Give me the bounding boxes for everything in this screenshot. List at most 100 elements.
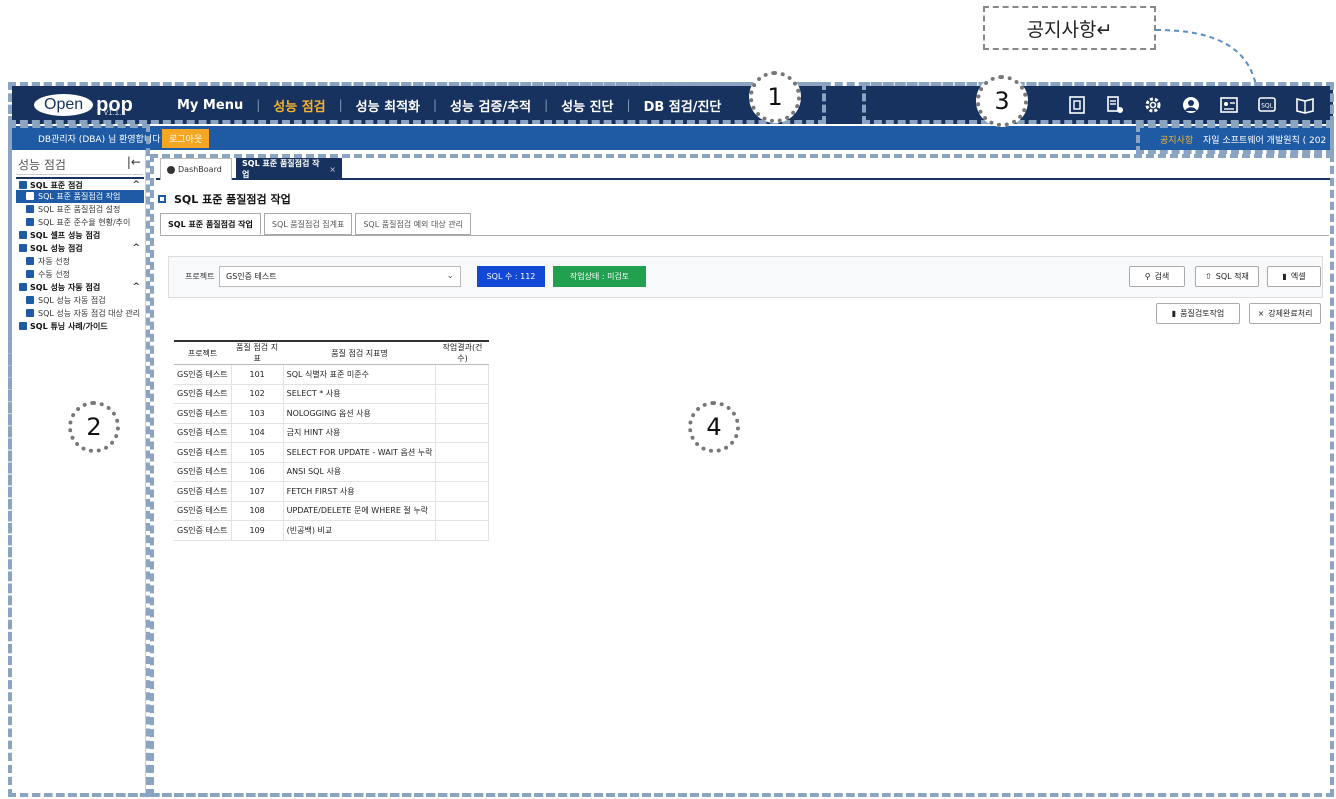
marker-1: 1: [749, 71, 801, 123]
close-icon[interactable]: ×: [329, 165, 336, 174]
sidebar-item-sql-quality-work[interactable]: SQL 표준 품질점검 작업: [16, 190, 144, 203]
chevron-down-icon: ⌄: [446, 271, 454, 281]
table-row[interactable]: GS인증 테스트 103 NOLOGGING 옵션 사용: [174, 403, 490, 424]
settings-gear-icon[interactable]: [1141, 93, 1165, 117]
table-row[interactable]: GS인증 테스트 108 UPDATE/DELETE 문에 WHERE 절 누락: [174, 501, 490, 521]
table-header-row: 프로젝트 품질 점검 지표 품질 점검 지표명 작업결과(건수): [174, 340, 489, 365]
work-status-badge: 작업상태 : 미검토: [553, 266, 646, 287]
table-row[interactable]: GS인증 테스트 102 SELECT * 사용: [174, 384, 490, 404]
indicator-name-cell: ANSI SQL 사용: [283, 462, 437, 482]
chevron-up-icon[interactable]: ^: [132, 179, 140, 190]
sidebar-item-label: SQL 성능 자동 점검: [30, 283, 101, 292]
table-row[interactable]: GS인증 테스트 104 금지 HINT 사용: [174, 423, 490, 443]
id-card-icon[interactable]: [1217, 93, 1241, 117]
result-cell: [435, 481, 490, 502]
indicator-cell: 103: [231, 403, 284, 424]
sidebar-item-auto-select[interactable]: 자동 선정: [16, 255, 144, 268]
bug-icon: [19, 283, 27, 291]
sidebar: 성능 점검 |← SQL 표준 점검 ^ SQL 표준 품질점검 작업 SQL 표…: [12, 150, 146, 796]
result-cell: [435, 442, 490, 463]
project-cell: GS인증 테스트: [174, 403, 232, 424]
logout-button[interactable]: 로그아웃: [162, 129, 210, 148]
indicator-cell: 106: [231, 462, 284, 482]
nav-performance-optimization[interactable]: 성능 최적화: [343, 96, 433, 115]
sidebar-item-sql-performance-check[interactable]: SQL 성능 점검 ^: [16, 242, 144, 255]
column-header[interactable]: 품질 점검 지표: [231, 340, 284, 365]
user-profile-icon[interactable]: [1179, 93, 1203, 117]
page-title-text: SQL 표준 품질점검 작업: [174, 193, 291, 206]
sidebar-item-label: SQL 튜닝 사례/가이드: [30, 322, 108, 331]
indicator-name-cell: (빈공백) 비교: [283, 520, 437, 541]
project-select-value: GS인증 테스트: [226, 272, 277, 281]
table-row[interactable]: GS인증 테스트 105 SELECT FOR UPDATE - WAIT 옵션 누…: [174, 442, 490, 463]
result-cell: [435, 501, 490, 521]
tab-dashboard[interactable]: DashBoard: [160, 158, 232, 180]
sidebar-item-sql-auto-check-target[interactable]: SQL 성능 자동 점검 대상 관리: [16, 307, 144, 320]
chevron-up-icon[interactable]: ^: [132, 242, 140, 255]
sidebar-item-sql-auto-check-group[interactable]: SQL 성능 자동 점검 ^: [16, 281, 144, 294]
quality-review-button-label: 품질검토작업: [1180, 309, 1225, 318]
screen: 공지사항↵ Open pop v1.1.1 My Menu | 성능 점검 | …: [0, 0, 1336, 799]
column-header[interactable]: 품질 점검 지표명: [283, 340, 436, 365]
sidebar-item-sql-tuning-guide[interactable]: SQL 튜닝 사례/가이드: [16, 320, 144, 333]
sidebar-item-label: SQL 표준 품질점검 설정: [38, 205, 121, 214]
search-button[interactable]: ⚲ 검색: [1129, 266, 1185, 287]
indicator-cell: 107: [231, 481, 284, 502]
collapse-left-icon[interactable]: |←: [127, 155, 141, 169]
result-cell: [435, 384, 490, 404]
table-row[interactable]: GS인증 테스트 101 SQL 식별자 표준 미준수: [174, 364, 490, 385]
nav-performance-diagnosis[interactable]: 성능 진단: [548, 96, 626, 115]
indicator-name-cell: UPDATE/DELETE 문에 WHERE 절 누락: [283, 501, 437, 521]
sidebar-item-label: SQL 표준 품질점검 작업: [38, 192, 121, 201]
bar-icon: [26, 296, 34, 304]
nav-performance-check[interactable]: 성능 점검: [260, 96, 338, 115]
sidebar-item-sql-compliance-trend[interactable]: SQL 표준 준수율 현황/추이: [16, 216, 144, 229]
column-header[interactable]: 작업결과(건수): [435, 340, 489, 365]
document-settings-icon[interactable]: [1103, 93, 1127, 117]
table-row[interactable]: GS인증 테스트 107 FETCH FIRST 사용: [174, 481, 490, 502]
project-cell: GS인증 테스트: [174, 462, 232, 482]
notice-ticker[interactable]: 자일 소프트웨어 개발원칙 ( 202: [1203, 133, 1327, 146]
nav-my-menu[interactable]: My Menu: [164, 98, 256, 113]
column-header[interactable]: 프로젝트: [174, 340, 232, 365]
notice-label[interactable]: 공지사항: [1160, 133, 1193, 146]
content-tab-bar: DashBoard SQL 표준 품질점검 작업 ×: [156, 154, 1331, 180]
check-icon: [26, 192, 34, 200]
title-square-icon: [158, 195, 166, 203]
subtab-quality-summary[interactable]: SQL 품질점검 집계표: [263, 213, 353, 235]
sidebar-item-label: SQL 셀프 성능 점검: [30, 231, 101, 240]
notice-callout-text: 공지사항↵: [1026, 18, 1113, 41]
sidebar-item-manual-select[interactable]: 수동 선정: [16, 268, 144, 281]
manual-book-icon[interactable]: [1293, 93, 1317, 117]
indicator-name-cell: 금지 HINT 사용: [283, 423, 437, 443]
result-cell: [435, 423, 490, 443]
sql-load-button[interactable]: ⇧ SQL 적재: [1195, 266, 1259, 287]
force-complete-button[interactable]: × 강제완료처리: [1249, 303, 1321, 324]
subtab-quality-work[interactable]: SQL 표준 품질점검 작업: [160, 213, 261, 235]
quality-review-button[interactable]: ▮ 품질검토작업: [1156, 303, 1240, 324]
table-row[interactable]: GS인증 테스트 106 ANSI SQL 사용: [174, 462, 490, 482]
logo-open-text: Open: [34, 94, 94, 116]
nav-performance-verification[interactable]: 성능 검증/추적: [437, 96, 544, 115]
database-icon: [19, 231, 27, 239]
welcome-text: DB관리자 (DBA) 님 환영합니다: [38, 135, 161, 145]
table-row[interactable]: GS인증 테스트 109 (빈공백) 비교: [174, 520, 490, 541]
sidebar-item-sql-auto-check[interactable]: SQL 성능 자동 점검: [16, 294, 144, 307]
subtab-exception-management[interactable]: SQL 품질점검 예외 대상 관리: [355, 213, 471, 235]
indicator-cell: 102: [231, 384, 284, 404]
tab-sql-quality-work[interactable]: SQL 표준 품질점검 작업 ×: [236, 158, 342, 180]
project-cell: GS인증 테스트: [174, 442, 232, 463]
project-cell: GS인증 테스트: [174, 364, 232, 385]
sidebar-item-sql-self-check[interactable]: SQL 셀프 성능 점검: [16, 229, 144, 242]
project-cell: GS인증 테스트: [174, 520, 232, 541]
sidebar-item-sql-standard-check[interactable]: SQL 표준 점검 ^: [16, 177, 144, 190]
chevron-up-icon[interactable]: ^: [132, 281, 140, 294]
nav-db-check[interactable]: DB 점검/진단: [631, 96, 735, 115]
project-select[interactable]: GS인증 테스트 ⌄: [219, 266, 461, 287]
sidebar-item-label: 자동 선정: [38, 257, 70, 266]
excel-button[interactable]: ▮ 엑셀: [1267, 266, 1321, 287]
file-icon: ▮: [1171, 309, 1177, 318]
sidebar-item-sql-quality-settings[interactable]: SQL 표준 품질점검 설정: [16, 203, 144, 216]
report-icon[interactable]: [1065, 93, 1089, 117]
sql-book-icon[interactable]: SQL: [1255, 93, 1279, 117]
